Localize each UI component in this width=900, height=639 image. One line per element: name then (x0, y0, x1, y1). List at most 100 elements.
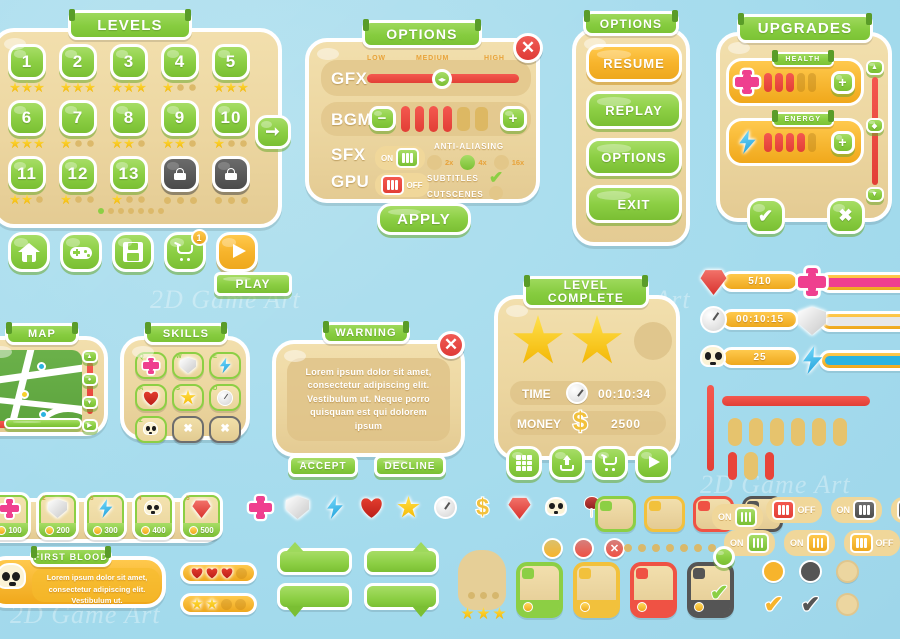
toggle-on[interactable]: ON (712, 504, 763, 530)
map-rail-button[interactable]: ▼ (82, 396, 98, 409)
skill-slot[interactable]: A (135, 384, 167, 411)
map-rail-button[interactable]: ▲ (82, 350, 98, 363)
skill-slot[interactable]: W (172, 352, 204, 379)
dot-red[interactable] (573, 538, 594, 559)
level-button[interactable]: 7 (59, 100, 97, 136)
check-yellow[interactable]: ✔ (762, 591, 785, 617)
play-round-button[interactable] (216, 232, 258, 272)
level-button[interactable]: 2 (59, 44, 97, 80)
level-button[interactable]: 11 (8, 156, 46, 192)
upgrade-level-bars[interactable] (764, 72, 826, 92)
side-check-icon[interactable]: ✔ (709, 579, 729, 606)
gfx-slider-knob[interactable]: ◂▸ (432, 69, 452, 89)
cost-card[interactable]: 3 300 (84, 492, 127, 540)
level-locked-button[interactable] (212, 156, 250, 192)
home-button[interactable] (8, 232, 50, 272)
pause-resume-button[interactable]: RESUME (586, 44, 682, 82)
bgm-bar-empty[interactable] (457, 107, 470, 131)
level-button[interactable]: 12 (59, 156, 97, 192)
antialiasing-option[interactable]: 4x (460, 155, 487, 170)
level-button[interactable]: 6 (8, 100, 46, 136)
bgm-plus-button[interactable]: + (500, 106, 527, 131)
subtitles-checkbox[interactable]: ✔ (489, 168, 503, 188)
levels-grid-button[interactable] (506, 446, 542, 480)
upgrades-cancel-button[interactable]: ✖ (827, 198, 865, 234)
scroll-down-button[interactable]: ▼ (866, 187, 884, 202)
toggle-off[interactable]: OFF (766, 497, 822, 523)
scroll-up-button[interactable]: ▲ (866, 60, 884, 75)
options-apply-button[interactable]: APPLY (377, 203, 471, 235)
gamepad-button[interactable] (60, 232, 102, 272)
bgm-minus-button[interactable]: − (369, 106, 396, 131)
speech-bubble-top-right[interactable] (364, 542, 439, 575)
level-button[interactable]: 8 (110, 100, 148, 136)
map-rail[interactable]: ▲ ● ▼ ▶ (4, 350, 98, 432)
skill-slot[interactable]: S (172, 384, 204, 411)
level-locked-button[interactable] (161, 156, 199, 192)
map-bottom-rail[interactable] (4, 418, 82, 429)
map-rail-button[interactable]: ▶ (82, 419, 98, 432)
level-button[interactable]: 13 (110, 156, 148, 192)
levels-next-button[interactable]: ➞ (255, 115, 291, 149)
speech-bubble-bottom-right[interactable] (364, 583, 439, 617)
card-red[interactable] (630, 562, 677, 618)
share-button[interactable] (549, 446, 585, 480)
toggle-off[interactable]: OFF (844, 530, 900, 556)
map-pin[interactable] (37, 362, 46, 371)
dot-close[interactable]: ✕ (604, 538, 625, 559)
bgm-bar-empty[interactable] (475, 107, 488, 131)
upgrade-plus-button[interactable]: + (831, 70, 855, 94)
level-button[interactable]: 1 (8, 44, 46, 80)
upgrades-scrollbar[interactable]: ▲ ◆ ▼ (866, 60, 884, 202)
radio-empty[interactable] (836, 560, 859, 583)
radio-button[interactable] (427, 155, 442, 170)
level-button[interactable]: 4 (161, 44, 199, 80)
skill-slot[interactable]: Q (135, 352, 167, 379)
gpu-toggle[interactable]: OFF (375, 173, 429, 197)
card-green[interactable] (516, 562, 563, 618)
radio-button[interactable] (460, 155, 476, 170)
warning-decline-button[interactable]: DECLINE (374, 455, 446, 477)
check-gray[interactable]: ✔ (799, 591, 822, 617)
upgrade-plus-button[interactable]: + (831, 130, 855, 154)
sfx-toggle[interactable]: ON (375, 146, 425, 170)
scroll-thumb[interactable]: ◆ (866, 118, 884, 133)
radio-yellow-on[interactable] (762, 560, 785, 583)
shop-button[interactable] (592, 446, 628, 480)
bgm-level-bars[interactable] (401, 106, 488, 132)
level-button[interactable]: 5 (212, 44, 250, 80)
cost-card[interactable]: 4 400 (132, 492, 175, 540)
check-empty[interactable] (836, 593, 859, 616)
levels-pager[interactable] (98, 208, 164, 214)
level-button[interactable]: 9 (161, 100, 199, 136)
skill-slot-locked[interactable]: ✖ (172, 416, 204, 443)
antialiasing-option[interactable]: 2x (427, 155, 453, 170)
dot-yellow[interactable] (542, 538, 563, 559)
shop-button[interactable]: 1 (164, 229, 208, 272)
toggle-off[interactable]: OFF (890, 497, 900, 523)
level-button[interactable]: 10 (212, 100, 250, 136)
bgm-bar-filled[interactable] (443, 106, 452, 132)
bgm-bar-filled[interactable] (401, 106, 410, 132)
level-button[interactable]: 3 (110, 44, 148, 80)
speech-bubble-bottom-left[interactable] (277, 583, 352, 617)
upgrade-level-bars[interactable] (764, 132, 826, 152)
pause-exit-button[interactable]: EXIT (586, 185, 682, 223)
map-rail-button[interactable]: ● (82, 373, 98, 386)
cost-card[interactable]: 1100 (0, 492, 31, 540)
skill-slot[interactable]: E (209, 352, 241, 379)
cost-card[interactable]: 5 500 (180, 492, 223, 540)
upgrades-confirm-button[interactable]: ✔ (747, 198, 785, 234)
play-label-button[interactable]: PLAY (214, 272, 292, 296)
cost-card[interactable]: 2 200 (36, 492, 79, 540)
skill-slot[interactable]: D (209, 384, 241, 411)
skill-slot-locked[interactable]: ✖ (209, 416, 241, 443)
tab-yellow[interactable] (644, 496, 685, 532)
map-pin[interactable] (20, 390, 29, 399)
pause-replay-button[interactable]: REPLAY (586, 91, 682, 129)
antialiasing-options[interactable]: 2x 4x 16x (427, 155, 524, 170)
warning-accept-button[interactable]: ACCEPT (288, 455, 358, 477)
bgm-bar-filled[interactable] (415, 106, 424, 132)
next-level-button[interactable] (635, 446, 671, 480)
options-close-button[interactable]: ✕ (513, 33, 543, 63)
